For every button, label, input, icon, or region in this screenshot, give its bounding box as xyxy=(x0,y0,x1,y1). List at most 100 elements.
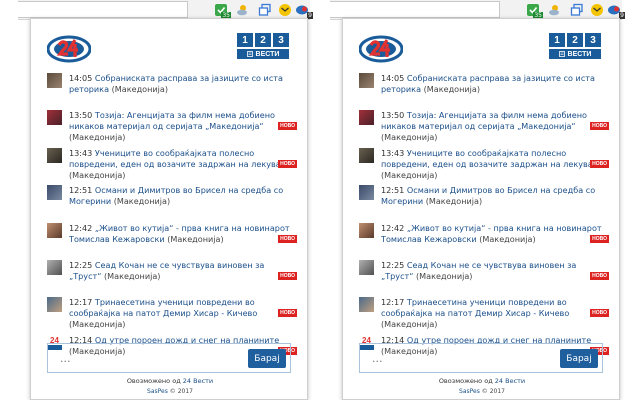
news24-icon[interactable]: 9 xyxy=(606,2,625,19)
page-3-button[interactable]: 3 xyxy=(585,33,601,47)
new-badge: НОВО xyxy=(278,309,297,318)
newspaper-icon xyxy=(246,51,253,57)
weather-icon[interactable] xyxy=(546,2,563,18)
address-bar[interactable] xyxy=(18,1,188,18)
page-3-button[interactable]: 3 xyxy=(273,33,289,47)
24-vesti-logo[interactable] xyxy=(46,33,92,65)
author-link[interactable]: SasPes xyxy=(459,388,480,395)
news-title-link[interactable]: Учениците во сообраќајката полесно повре… xyxy=(69,148,293,169)
copyright-year: © 2017 xyxy=(169,388,193,395)
new-badge: НОВО xyxy=(590,309,609,318)
author-link[interactable]: SasPes xyxy=(147,388,168,395)
browser-toolbar: 35 9 xyxy=(330,0,625,20)
newspaper-icon xyxy=(558,51,565,57)
page-1-button[interactable]: 1 xyxy=(237,33,253,47)
news-title-link[interactable]: Османи и Димитров во Брисел на средба со… xyxy=(69,185,283,206)
news-region: (Македонија) xyxy=(69,169,126,180)
news-time: 12:17 xyxy=(69,297,93,308)
weather-icon[interactable] xyxy=(234,2,251,18)
news-item[interactable]: 13:50 Тозија: Агенцијата за филм нема до… xyxy=(47,110,297,144)
new-badge: НОВО xyxy=(590,234,609,243)
news-region: (Македонија) xyxy=(381,169,438,180)
news-item[interactable]: 13:50 Тозија: Агенцијата за филм нема до… xyxy=(359,110,609,144)
news-title-link[interactable]: Учениците во сообраќајката полесно повре… xyxy=(381,148,605,169)
news-item[interactable]: 12:25 Сеад Кочан не се чувствува виновен… xyxy=(47,259,297,294)
news-thumbnail xyxy=(359,222,374,238)
news-item[interactable]: 14:05 Собраниската расправа за јазиците … xyxy=(47,73,297,107)
news-region: (Македонија) xyxy=(69,132,126,143)
page-selector: 1 2 3 ВЕСТИ xyxy=(549,33,601,59)
news-item[interactable]: 12:17 Тринаесетина ученици повредени во … xyxy=(359,297,609,331)
new-badge: НОВО xyxy=(590,159,609,168)
news-title-link[interactable]: Тринаесетина ученици повредени во сообра… xyxy=(69,297,257,318)
address-bar[interactable] xyxy=(330,1,500,18)
green-badge-icon[interactable]: 35 xyxy=(524,2,543,19)
news-item[interactable]: 12:42 „Живот во кутија“ - прва книга на … xyxy=(359,222,609,257)
news-title-link[interactable]: Тозија: Агенцијата за филм нема добиено … xyxy=(69,110,275,131)
news-region: (Македонија) xyxy=(416,270,473,281)
badge-count: 9 xyxy=(619,12,625,19)
news-thumbnail xyxy=(359,185,374,201)
new-badge: НОВО xyxy=(590,122,609,131)
news-time: 12:17 xyxy=(381,297,405,308)
news-region: (Македонија) xyxy=(167,233,224,244)
powered-prefix: Овозможено од xyxy=(438,377,493,385)
badge-count: 9 xyxy=(307,12,313,19)
news-time: 12:51 xyxy=(69,185,93,196)
copyright-year: © 2017 xyxy=(481,388,505,395)
new-badge: НОВО xyxy=(278,159,297,168)
news-title-link[interactable]: Тринаесетина ученици повредени во сообра… xyxy=(381,297,569,318)
news-time: 13:50 xyxy=(69,110,93,121)
vesti-button[interactable]: ВЕСТИ xyxy=(237,49,289,59)
news-time: 13:43 xyxy=(381,147,405,158)
news-item[interactable]: 12:51 Османи и Димитров во Брисел на сре… xyxy=(359,185,609,219)
vesti-button[interactable]: ВЕСТИ xyxy=(549,49,601,59)
news-item[interactable]: 12:51 Османи и Димитров во Брисел на сре… xyxy=(47,185,297,219)
search-button[interactable]: Барај xyxy=(248,349,286,368)
mail-icon[interactable] xyxy=(276,2,293,18)
new-badge: НОВО xyxy=(278,122,297,131)
window-icon[interactable] xyxy=(256,2,273,18)
powered-by: Овозможено од 24 Вести xyxy=(31,377,309,385)
news-time: 12:25 xyxy=(381,259,405,270)
news-item[interactable]: 12:42 „Живот во кутија“ - прва книга на … xyxy=(47,222,297,257)
copyright: SasPes © 2017 xyxy=(343,388,621,395)
page-2-button[interactable]: 2 xyxy=(255,33,271,47)
news-region: (Македонија) xyxy=(423,84,481,94)
search-button[interactable]: Барај xyxy=(560,349,598,368)
news-region: (Македонија) xyxy=(69,319,126,330)
news-title-link[interactable]: Собраниската расправа за јазиците со ист… xyxy=(69,73,283,94)
news-item[interactable]: 13:43 Учениците во сообраќајката полесно… xyxy=(47,147,297,182)
news-item[interactable]: 14:05 Собраниската расправа за јазиците … xyxy=(359,73,609,107)
popup-pane-left: 35 9 1 2 3 ВЕСТИ 14:05 Собраниската расп… xyxy=(18,0,313,400)
news-region: (Македонија) xyxy=(479,233,536,244)
search-input[interactable] xyxy=(372,350,522,366)
news-thumbnail xyxy=(47,110,62,126)
news-time: 14:05 xyxy=(69,73,93,83)
news-title-link[interactable]: Сеад Кочан не се чувствува виновен за „Т… xyxy=(381,260,576,281)
search-box: Барај xyxy=(359,343,603,373)
news-thumbnail xyxy=(47,259,62,275)
news-item[interactable]: 13:43 Учениците во сообраќајката полесно… xyxy=(359,147,609,182)
window-icon[interactable] xyxy=(568,2,585,18)
mail-icon[interactable] xyxy=(588,2,605,18)
news-title-link[interactable]: Тозија: Агенцијата за филм нема добиено … xyxy=(381,110,587,131)
page-2-button[interactable]: 2 xyxy=(567,33,583,47)
news-item[interactable]: 12:25 Сеад Кочан не се чувствува виновен… xyxy=(359,259,609,294)
news-time: 12:42 xyxy=(69,222,93,233)
24-vesti-logo[interactable] xyxy=(358,33,404,65)
green-badge-icon[interactable]: 35 xyxy=(212,2,231,19)
news-title-link[interactable]: Сеад Кочан не се чувствува виновен за „Т… xyxy=(69,260,264,281)
page-1-button[interactable]: 1 xyxy=(549,33,565,47)
news-title-link[interactable]: Османи и Димитров во Брисел на средба со… xyxy=(381,185,595,206)
news-thumbnail xyxy=(359,297,374,313)
news-title-link[interactable]: Собраниската расправа за јазиците со ист… xyxy=(381,73,595,94)
powered-brand-link[interactable]: 24 Вести xyxy=(183,377,213,385)
powered-brand-link[interactable]: 24 Вести xyxy=(495,377,525,385)
search-input[interactable] xyxy=(60,350,210,366)
news24-icon[interactable]: 9 xyxy=(294,2,313,19)
news-item[interactable]: 12:17 Тринаесетина ученици повредени во … xyxy=(47,297,297,331)
new-badge: НОВО xyxy=(278,234,297,243)
news-thumbnail xyxy=(47,297,62,313)
news-time: 12:25 xyxy=(69,259,93,270)
